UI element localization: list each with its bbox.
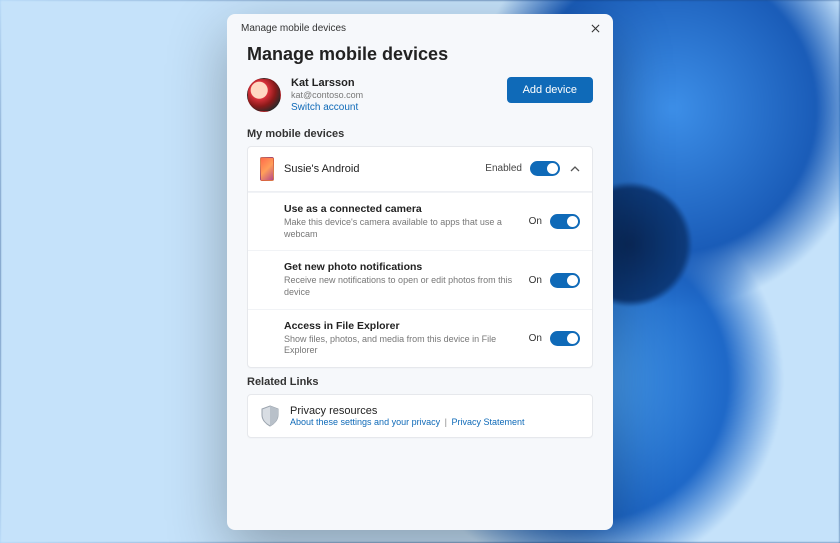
setting-desc: Make this device's camera available to a… <box>284 217 521 240</box>
collapse-button[interactable] <box>570 164 580 174</box>
user-row: Kat Larsson kat@contoso.com Switch accou… <box>247 77 593 114</box>
page-title: Manage mobile devices <box>247 44 593 65</box>
file-explorer-toggle[interactable] <box>550 331 580 346</box>
close-icon <box>591 24 600 33</box>
user-email: kat@contoso.com <box>291 90 363 101</box>
privacy-resources-card[interactable]: Privacy resources About these settings a… <box>247 394 593 438</box>
phone-icon <box>260 157 274 181</box>
setting-state: On <box>529 333 542 344</box>
about-privacy-link[interactable]: About these settings and your privacy <box>290 417 440 427</box>
setting-state: On <box>529 216 542 227</box>
content-area: Manage mobile devices Kat Larsson kat@co… <box>227 38 613 458</box>
switch-account-link[interactable]: Switch account <box>291 102 363 114</box>
settings-window: Manage mobile devices Manage mobile devi… <box>227 14 613 530</box>
device-enabled-toggle[interactable] <box>530 161 560 176</box>
device-name: Susie's Android <box>284 163 485 175</box>
photo-notifications-toggle[interactable] <box>550 273 580 288</box>
setting-desc: Show files, photos, and media from this … <box>284 334 521 357</box>
setting-desc: Receive new notifications to open or edi… <box>284 275 521 298</box>
avatar <box>247 78 281 112</box>
setting-photo-notifications: Get new photo notifications Receive new … <box>248 250 592 308</box>
titlebar: Manage mobile devices <box>227 14 613 38</box>
device-card: Susie's Android Enabled Use as a connect… <box>247 146 593 368</box>
close-button[interactable] <box>587 20 603 36</box>
related-section-label: Related Links <box>247 376 593 388</box>
setting-connected-camera: Use as a connected camera Make this devi… <box>248 192 592 250</box>
window-title: Manage mobile devices <box>241 23 346 34</box>
chevron-up-icon <box>570 164 580 174</box>
device-header[interactable]: Susie's Android Enabled <box>248 147 592 192</box>
add-device-button[interactable]: Add device <box>507 77 593 103</box>
privacy-title: Privacy resources <box>290 405 525 417</box>
link-separator: | <box>445 417 447 427</box>
setting-state: On <box>529 275 542 286</box>
setting-title: Access in File Explorer <box>284 320 521 332</box>
shield-icon <box>260 405 280 427</box>
privacy-statement-link[interactable]: Privacy Statement <box>451 417 524 427</box>
setting-file-explorer: Access in File Explorer Show files, phot… <box>248 309 592 367</box>
user-info-block: Kat Larsson kat@contoso.com Switch accou… <box>247 77 363 114</box>
setting-title: Get new photo notifications <box>284 261 521 273</box>
devices-section-label: My mobile devices <box>247 128 593 140</box>
device-status: Enabled <box>485 163 522 174</box>
setting-title: Use as a connected camera <box>284 203 521 215</box>
privacy-links: About these settings and your privacy | … <box>290 417 525 427</box>
user-name: Kat Larsson <box>291 77 363 90</box>
connected-camera-toggle[interactable] <box>550 214 580 229</box>
